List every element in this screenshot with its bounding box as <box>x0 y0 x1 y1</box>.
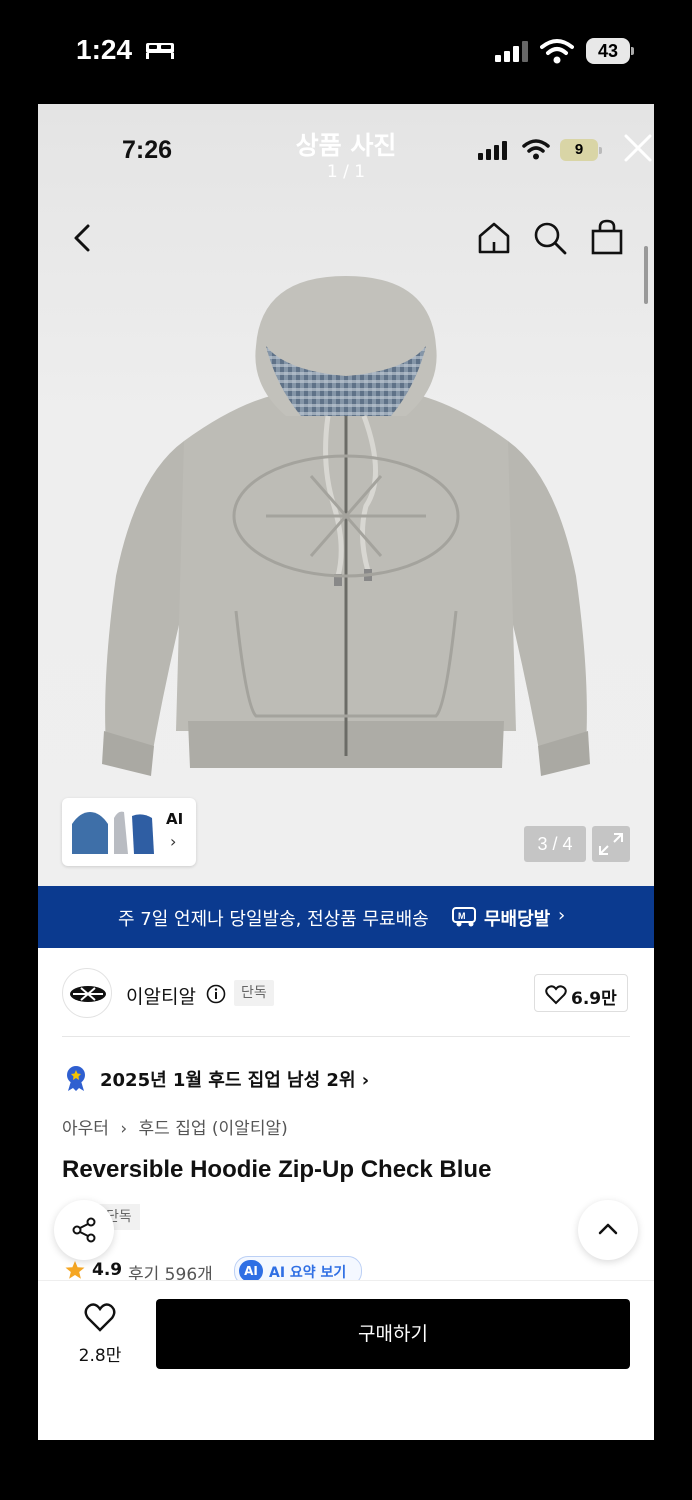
wishlist-count: 2.8만 <box>78 1346 122 1366</box>
delivery-banner[interactable]: 주 7일 언제나 당일발송, 전상품 무료배송 M 무배당발 › <box>38 886 654 948</box>
brand-logo[interactable] <box>62 968 112 1018</box>
cellular-signal-icon <box>495 41 528 62</box>
product-main-image[interactable] <box>96 276 596 776</box>
bed-icon <box>146 43 174 59</box>
breadcrumb-category[interactable]: 아우터 <box>62 1119 109 1139</box>
brand-row: 이알티알 단독 6.9만 <box>38 948 654 1038</box>
brand-like-button[interactable]: 6.9만 <box>534 974 628 1012</box>
viewer-page-indicator: 1 / 1 <box>326 162 366 182</box>
ai-summary-button[interactable]: AI AI 요약 보기 <box>234 1256 362 1282</box>
ai-chip: AI <box>239 1260 263 1282</box>
back-arrow-icon[interactable] <box>68 220 96 256</box>
chevron-right-icon: › <box>558 905 566 926</box>
ai-summary-label: AI 요약 보기 <box>269 1265 347 1281</box>
info-icon[interactable] <box>206 984 226 1004</box>
inner-wifi-icon <box>522 139 550 160</box>
hoodie-thumbnails-icon <box>72 811 154 854</box>
divider <box>62 1036 630 1037</box>
scrollbar[interactable] <box>644 246 648 304</box>
heart-icon <box>545 985 567 1005</box>
close-icon[interactable] <box>622 132 654 164</box>
breadcrumb-subcategory[interactable]: 후드 집업 (이알티알) <box>139 1119 288 1139</box>
rating-score: 4.9 <box>92 1260 123 1280</box>
home-icon[interactable] <box>476 220 512 256</box>
share-button[interactable] <box>54 1200 114 1260</box>
ai-recommendation-thumbnail[interactable]: AI › <box>62 798 196 866</box>
ai-label: AI <box>166 810 184 828</box>
wishlist-button[interactable]: 2.8만 <box>68 1299 132 1369</box>
review-count-link[interactable]: 후기 596개 <box>128 1260 213 1282</box>
image-counter: 3 / 4 <box>524 826 586 862</box>
ranking-text: 2025년 1월 후드 집업 남성 2위 › <box>100 1070 370 1091</box>
inner-battery-indicator: 9 <box>560 139 602 161</box>
product-title: Reversible Hoodie Zip-Up Check Blue <box>62 1156 492 1183</box>
chevron-right-icon: › <box>170 832 177 851</box>
wifi-icon <box>540 39 574 64</box>
breadcrumb-separator: › <box>120 1119 128 1139</box>
delivery-brand-label: 무배당발 <box>484 909 551 930</box>
delivery-banner-text: 주 7일 언제나 당일발송, 전상품 무료배송 <box>118 909 429 930</box>
chevron-up-icon <box>598 1223 618 1235</box>
os-clock: 1:24 <box>76 34 133 65</box>
rating-row: 4.9 후기 596개 AI AI 요약 보기 <box>62 1256 462 1282</box>
heart-icon <box>84 1303 116 1332</box>
share-icon <box>72 1217 96 1243</box>
product-gallery: 7:26 상품 사진 1 / 1 9 AI › 3 / 4 <box>38 104 654 886</box>
breadcrumb: 아우터 › 후드 집업 (이알티알) <box>62 1114 288 1139</box>
exclusive-badge: 단독 <box>234 980 274 1006</box>
search-icon[interactable] <box>532 220 568 256</box>
scroll-to-top-button[interactable] <box>578 1200 638 1260</box>
brand-name[interactable]: 이알티알 <box>126 982 196 1009</box>
os-status-bar: 1:24 43 <box>0 0 692 104</box>
ranking-link[interactable]: 2025년 1월 후드 집업 남성 2위 › <box>62 1062 462 1092</box>
app-screenshot: 7:26 상품 사진 1 / 1 9 AI › 3 / 4 주 7일 언제나 당… <box>38 104 654 1440</box>
buy-button[interactable]: 구매하기 <box>156 1299 630 1369</box>
delivery-truck-icon: M <box>452 907 476 927</box>
brand-like-count: 6.9만 <box>571 989 617 1009</box>
ranking-medal-icon <box>67 1066 85 1091</box>
svg-text:M: M <box>458 911 466 921</box>
inner-cellular-signal-icon <box>478 141 507 160</box>
battery-indicator: 43 <box>586 38 634 64</box>
bottom-action-bar: 2.8만 구매하기 <box>38 1280 654 1440</box>
star-icon <box>65 1261 85 1279</box>
expand-icon[interactable] <box>592 826 630 862</box>
shopping-bag-icon[interactable] <box>590 218 624 256</box>
